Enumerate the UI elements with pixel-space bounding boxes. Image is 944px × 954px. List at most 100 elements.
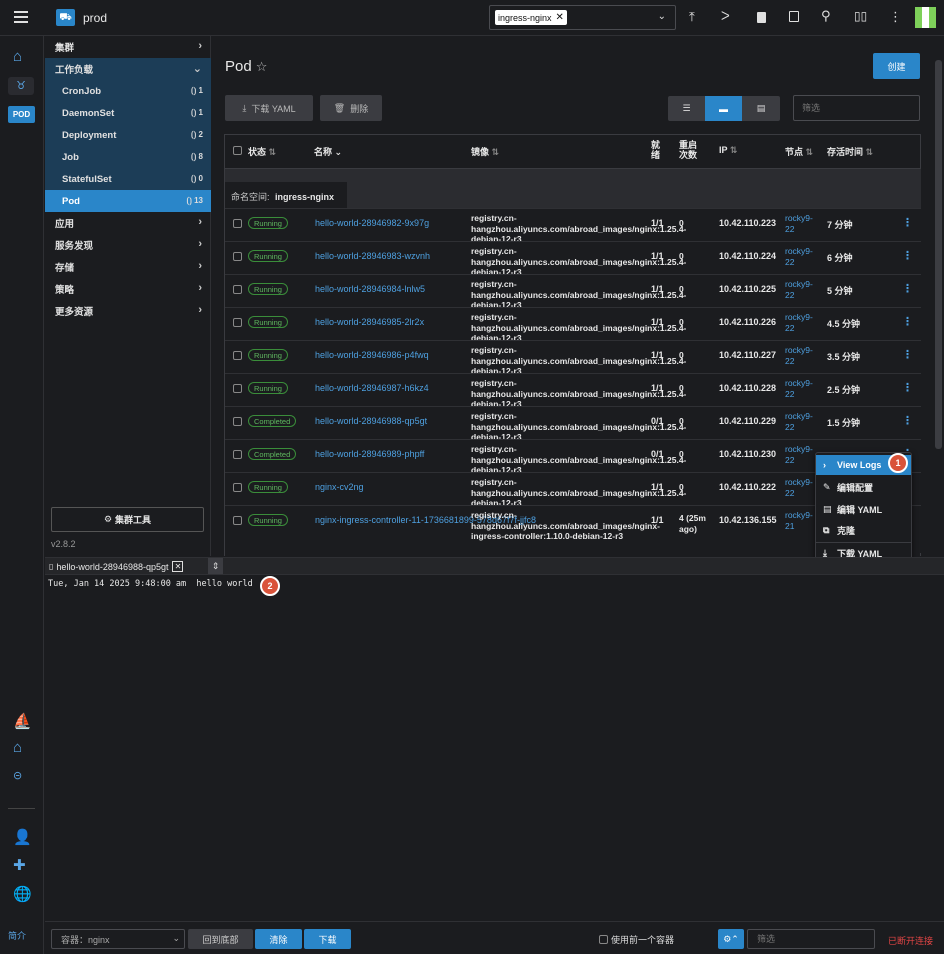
- row-checkbox[interactable]: [233, 351, 242, 360]
- pod-name-link[interactable]: hello-world-28946985-2lr2x: [315, 317, 424, 327]
- star-icon[interactable]: ☆: [256, 59, 268, 75]
- scrollbar-thumb[interactable]: [935, 60, 942, 449]
- sidebar-item-deployment[interactable]: Deployment ⟮⟯ 2: [45, 124, 211, 146]
- home-icon[interactable]: ⌂: [13, 48, 22, 65]
- node-link[interactable]: rocky9-22: [785, 378, 819, 399]
- namespace-filter[interactable]: ingress-nginx ✕ ⌄: [489, 5, 676, 30]
- sidebar-item-storage[interactable]: 存储 ›: [45, 256, 211, 278]
- node-link[interactable]: rocky9-22: [785, 312, 819, 333]
- row-actions-icon[interactable]: ⋮: [902, 315, 913, 328]
- create-button[interactable]: 创建: [873, 53, 920, 79]
- hamburger-icon[interactable]: [14, 11, 28, 23]
- col-node[interactable]: 节点 ⇅: [785, 145, 813, 158]
- view-flat-button[interactable]: ☰: [668, 96, 705, 121]
- pod-name-link[interactable]: hello-world-28946989-phpff: [315, 449, 424, 459]
- previous-container-checkbox[interactable]: [599, 935, 608, 944]
- sidebar-item-pod[interactable]: Pod ⟮⟯ 13: [45, 190, 211, 212]
- book-icon[interactable]: ▯▯: [854, 9, 867, 23]
- warehouse-icon[interactable]: ⌂: [13, 739, 22, 756]
- more-vertical-icon[interactable]: ⋮: [889, 9, 902, 25]
- sidebar-item-more-resources[interactable]: 更多资源 ›: [45, 300, 211, 322]
- node-link[interactable]: rocky9-21: [785, 510, 819, 531]
- row-checkbox[interactable]: [233, 219, 242, 228]
- container-select[interactable]: 容器：nginx ⌄: [51, 929, 185, 949]
- sidebar-item-apps[interactable]: 应用 ›: [45, 212, 211, 234]
- menu-item-edit-yaml[interactable]: ▤ 编辑 YAML: [816, 499, 911, 519]
- download-button[interactable]: 下载: [304, 929, 351, 949]
- expand-toggle-icon[interactable]: ⇕: [208, 558, 223, 574]
- delete-button[interactable]: 🗑 删除: [320, 95, 382, 121]
- sidebar-item-service-discovery[interactable]: 服务发现 ›: [45, 234, 211, 256]
- sailboat-icon[interactable]: ⛵: [13, 712, 32, 730]
- sidebar-item-cronjob[interactable]: CronJob ⟮⟯ 1: [45, 80, 211, 102]
- node-link[interactable]: rocky9-22: [785, 246, 819, 267]
- user-icon[interactable]: 👤: [13, 828, 32, 846]
- close-icon[interactable]: ✕: [172, 561, 184, 572]
- pod-badge[interactable]: POD: [8, 106, 35, 123]
- terminal-icon[interactable]: ᐳ: [721, 9, 730, 23]
- sidebar-item-daemonset[interactable]: DaemonSet ⟮⟯ 1: [45, 102, 211, 124]
- clear-button[interactable]: 清除: [255, 929, 302, 949]
- pod-name-link[interactable]: hello-world-28946986-p4fwq: [315, 350, 429, 360]
- col-ip[interactable]: IP ⇅: [719, 145, 737, 156]
- log-filter-input[interactable]: [747, 929, 875, 949]
- row-checkbox[interactable]: [233, 483, 242, 492]
- col-restarts[interactable]: 重启次数: [679, 140, 701, 160]
- download-yaml-button[interactable]: ⤓ 下载 YAML: [225, 95, 313, 121]
- sidebar-item-policy[interactable]: 策略 ›: [45, 278, 211, 300]
- log-tab[interactable]: ▯ hello-world-28946988-qp5gt ✕: [49, 559, 184, 574]
- col-age[interactable]: 存活时间 ⇅: [827, 145, 873, 158]
- row-actions-icon[interactable]: ⋮: [902, 414, 913, 427]
- row-actions-icon[interactable]: ⋮: [902, 348, 913, 361]
- row-actions-icon[interactable]: ⋮: [902, 381, 913, 394]
- about-link[interactable]: 简介: [8, 929, 26, 942]
- network-icon[interactable]: ⊝: [13, 769, 22, 782]
- copy-icon[interactable]: [789, 11, 799, 22]
- node-link[interactable]: rocky9-22: [785, 345, 819, 366]
- log-settings-button[interactable]: ⚙⌃: [718, 929, 744, 949]
- node-link[interactable]: rocky9-22: [785, 213, 819, 234]
- cluster-tools-button[interactable]: ⚙ 集群工具: [51, 507, 204, 532]
- chevron-down-icon[interactable]: ⌄: [658, 11, 666, 22]
- globe-icon[interactable]: 🌐: [13, 885, 32, 903]
- bull-icon[interactable]: ♉: [8, 77, 34, 95]
- select-all-checkbox[interactable]: [233, 146, 242, 155]
- sidebar-item-cluster[interactable]: 集群 ›: [45, 36, 211, 58]
- search-icon[interactable]: ⚲: [821, 8, 831, 24]
- node-link[interactable]: rocky9-22: [785, 477, 819, 498]
- pod-name-link[interactable]: hello-world-28946988-qp5gt: [315, 416, 427, 426]
- node-link[interactable]: rocky9-22: [785, 279, 819, 300]
- row-actions-icon[interactable]: ⋮: [902, 249, 913, 262]
- pod-name-link[interactable]: hello-world-28946982-9x97g: [315, 218, 429, 228]
- previous-container-option[interactable]: 使用前一个容器: [599, 933, 674, 946]
- col-name[interactable]: 名称 ⌄: [314, 145, 342, 158]
- upload-icon[interactable]: ⤒: [689, 9, 695, 25]
- menu-item-edit-config[interactable]: ✎ 编辑配置: [816, 477, 911, 497]
- view-node-button[interactable]: ▤: [742, 96, 780, 121]
- row-checkbox[interactable]: [233, 384, 242, 393]
- row-actions-icon[interactable]: ⋮: [902, 216, 913, 229]
- node-link[interactable]: rocky9-22: [785, 444, 819, 465]
- close-icon[interactable]: ✕: [556, 12, 564, 23]
- scroll-bottom-button[interactable]: 回到底部: [188, 929, 253, 949]
- node-link[interactable]: rocky9-22: [785, 411, 819, 432]
- avatar[interactable]: [915, 7, 936, 28]
- puzzle-icon[interactable]: ✚: [13, 856, 26, 874]
- row-checkbox[interactable]: [233, 285, 242, 294]
- pod-name-link[interactable]: hello-world-28946984-lnlw5: [315, 284, 425, 294]
- pod-name-link[interactable]: nginx-cv2ng: [315, 482, 364, 492]
- pod-name-link[interactable]: hello-world-28946987-h6kz4: [315, 383, 429, 393]
- sidebar-item-workloads[interactable]: 工作负载 ⌄: [45, 58, 211, 80]
- document-icon[interactable]: [757, 12, 766, 23]
- menu-item-clone[interactable]: ⧉ 克隆: [816, 520, 911, 540]
- row-checkbox[interactable]: [233, 450, 242, 459]
- row-actions-icon[interactable]: ⋮: [902, 282, 913, 295]
- col-state[interactable]: 状态 ⇅: [248, 145, 276, 158]
- sidebar-item-job[interactable]: Job ⟮⟯ 8: [45, 146, 211, 168]
- sidebar-item-statefulset[interactable]: StatefulSet ⟮⟯ 0: [45, 168, 211, 190]
- col-image[interactable]: 镜像 ⇅: [471, 145, 499, 158]
- row-checkbox[interactable]: [233, 417, 242, 426]
- row-checkbox[interactable]: [233, 516, 242, 525]
- col-ready[interactable]: 就绪: [651, 140, 663, 160]
- pod-name-link[interactable]: hello-world-28946983-wzvnh: [315, 251, 430, 261]
